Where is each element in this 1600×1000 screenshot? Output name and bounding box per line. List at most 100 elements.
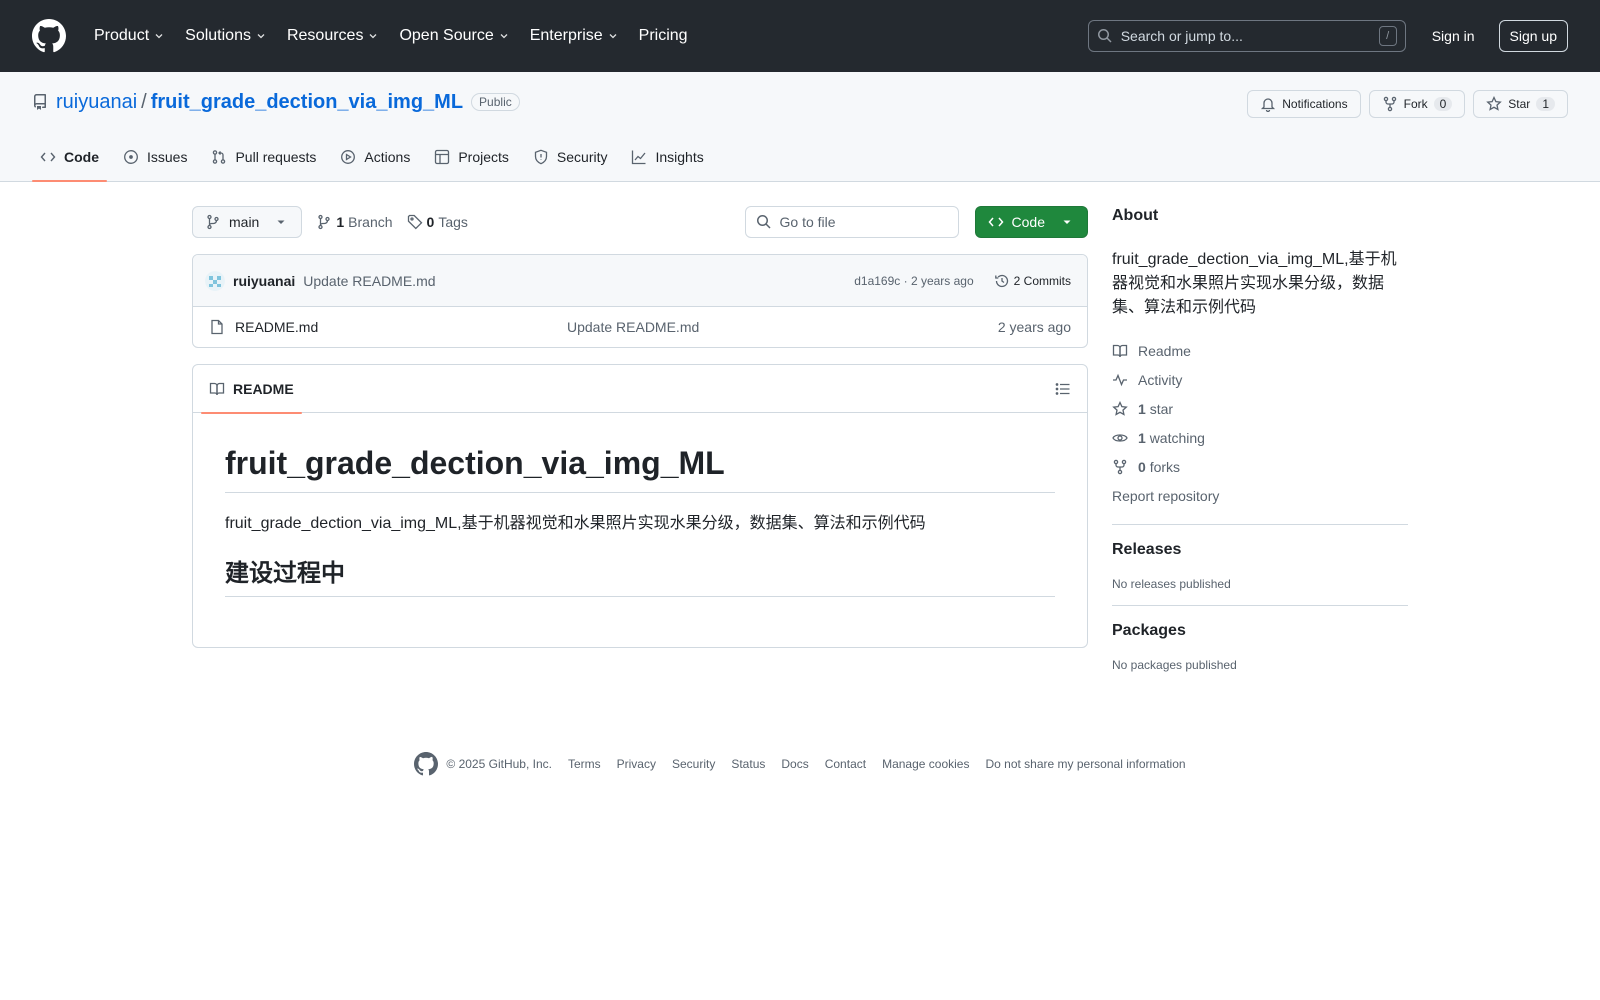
repo-name-link[interactable]: fruit_grade_dection_via_img_ML — [151, 91, 463, 114]
tab-projects[interactable]: Projects — [426, 133, 517, 181]
branch-count: 1 — [336, 214, 345, 230]
repo-content: main 1 Branch 0 Tags Go to file Code rui… — [192, 206, 1088, 648]
activity-link-label: Activity — [1138, 371, 1183, 388]
nav-enterprise[interactable]: Enterprise — [522, 21, 627, 51]
packages-note: No packages published — [1112, 658, 1237, 672]
code-button-label: Code — [1011, 214, 1045, 230]
readme-header: README — [193, 365, 1087, 414]
header-actions: Search or jump to... / Sign in Sign up — [1087, 20, 1568, 52]
nav-product-label: Product — [94, 27, 150, 44]
tab-readme[interactable]: README — [201, 365, 302, 414]
tab-code[interactable]: Code — [32, 133, 107, 182]
sign-up-button[interactable]: Sign up — [1498, 20, 1568, 52]
commit-author-link[interactable]: ruiyuanai — [233, 273, 295, 289]
footer-link-terms[interactable]: Terms — [568, 757, 601, 771]
footer-link-privacy[interactable]: Privacy — [617, 757, 656, 771]
search-icon — [1097, 29, 1112, 43]
file-browser: ruiyuanai Update README.md d1a169c · 2 y… — [192, 254, 1088, 348]
tab-projects-label: Projects — [458, 149, 509, 165]
book-icon — [1112, 344, 1128, 357]
code-dropdown-button[interactable]: Code — [974, 206, 1088, 238]
readme-tab-label: README — [233, 380, 294, 397]
pull-request-icon — [213, 150, 226, 164]
tab-insights-label: Insights — [655, 149, 704, 165]
branch-select-button[interactable]: main — [192, 206, 303, 238]
site-footer: © 2025 GitHub, Inc. Terms Privacy Securi… — [0, 752, 1600, 776]
tab-actions[interactable]: Actions — [332, 133, 418, 181]
nav-open-source[interactable]: Open Source — [391, 21, 517, 51]
forks-link[interactable]: 0 forks — [1112, 452, 1408, 481]
readme-paragraph: fruit_grade_dection_via_img_ML,基于机器视觉和水果… — [225, 515, 926, 532]
file-age: 2 years ago — [997, 319, 1071, 335]
repo-icon — [34, 94, 46, 110]
footer-link-do-not-share[interactable]: Do not share my personal information — [985, 757, 1185, 771]
pulse-icon — [1113, 373, 1127, 386]
watching-count: 1 — [1138, 429, 1146, 446]
stars-link[interactable]: 1 star — [1112, 394, 1408, 423]
file-commit-message[interactable]: Update README.md — [567, 319, 699, 335]
repo-owner-link[interactable]: ruiyuanai — [56, 91, 137, 114]
star-button[interactable]: Star 1 — [1473, 90, 1568, 118]
graph-icon — [632, 150, 646, 165]
sign-in-link[interactable]: Sign in — [1422, 22, 1485, 50]
readme-heading: fruit_grade_dection_via_img_ML — [225, 445, 1055, 493]
issue-icon — [124, 150, 138, 164]
about-description: fruit_grade_dection_via_img_ML,基于机器视觉和水果… — [1112, 251, 1397, 316]
releases-title[interactable]: Releases — [1112, 541, 1408, 559]
commits-link[interactable]: 2 Commits — [994, 273, 1071, 289]
fork-button[interactable]: Fork 0 — [1368, 90, 1466, 118]
forks-count: 0 — [1138, 458, 1146, 475]
footer-link-security[interactable]: Security — [672, 757, 715, 771]
tab-security[interactable]: Security — [525, 133, 616, 181]
tags-link[interactable]: 0 Tags — [407, 214, 468, 230]
tab-pull-requests[interactable]: Pull requests — [203, 133, 324, 181]
tab-issues[interactable]: Issues — [115, 133, 195, 181]
repo-header: ruiyuanai / fruit_grade_dection_via_img_… — [0, 72, 1600, 182]
file-name-link[interactable]: README.md — [235, 319, 567, 335]
fork-icon — [1113, 459, 1127, 474]
packages-title[interactable]: Packages — [1112, 622, 1408, 640]
tab-code-label: Code — [64, 149, 99, 165]
tag-count: 0 — [426, 214, 435, 230]
chevron-down-icon — [369, 34, 377, 39]
global-search-input[interactable]: Search or jump to... / — [1087, 20, 1406, 52]
footer-link-status[interactable]: Status — [731, 757, 765, 771]
footer-link-docs[interactable]: Docs — [781, 757, 808, 771]
nav-resources[interactable]: Resources — [279, 21, 387, 51]
nav-open-source-label: Open Source — [399, 27, 494, 44]
footer-link-contact[interactable]: Contact — [825, 757, 866, 771]
branch-icon — [318, 214, 331, 230]
github-logo-icon[interactable] — [414, 752, 439, 776]
tab-insights[interactable]: Insights — [623, 133, 711, 181]
history-icon — [994, 274, 1008, 287]
github-logo-icon[interactable] — [32, 19, 66, 53]
nav-resources-label: Resources — [286, 27, 364, 44]
avatar[interactable] — [205, 270, 225, 291]
watchers-link[interactable]: 1 watching — [1112, 423, 1408, 452]
notifications-button[interactable]: Notifications — [1247, 90, 1361, 118]
global-nav: Product Solutions Resources Open Source … — [86, 21, 696, 51]
releases-note: No releases published — [1112, 577, 1231, 591]
readme-link[interactable]: Readme — [1112, 336, 1408, 365]
notifications-label: Notifications — [1282, 97, 1348, 111]
repo-tabs: Code Issues Pull requests Actions Projec… — [32, 133, 720, 182]
go-to-file-input[interactable]: Go to file — [744, 206, 959, 238]
caret-down-icon — [277, 220, 285, 224]
table-icon — [435, 149, 450, 165]
book-icon — [209, 382, 225, 395]
nav-pricing[interactable]: Pricing — [631, 21, 696, 51]
file-navigation: main 1 Branch 0 Tags Go to file Code — [192, 206, 1088, 238]
list-icon[interactable] — [1055, 381, 1071, 397]
branches-link[interactable]: 1 Branch — [316, 214, 393, 230]
chevron-down-icon — [155, 34, 163, 39]
report-repository-link[interactable]: Report repository — [1112, 481, 1408, 510]
fork-count: 0 — [1433, 97, 1453, 111]
footer-link-manage-cookies[interactable]: Manage cookies — [882, 757, 969, 771]
commit-sha-time[interactable]: d1a169c · 2 years ago — [854, 274, 973, 288]
commit-message-link[interactable]: Update README.md — [303, 273, 435, 289]
repo-sidebar: About fruit_grade_dection_via_img_ML,基于机… — [1112, 206, 1408, 672]
nav-solutions[interactable]: Solutions — [177, 21, 275, 51]
nav-product[interactable]: Product — [86, 21, 173, 51]
activity-link[interactable]: Activity — [1112, 365, 1408, 394]
table-row[interactable]: README.md Update README.md 2 years ago — [193, 307, 1087, 347]
